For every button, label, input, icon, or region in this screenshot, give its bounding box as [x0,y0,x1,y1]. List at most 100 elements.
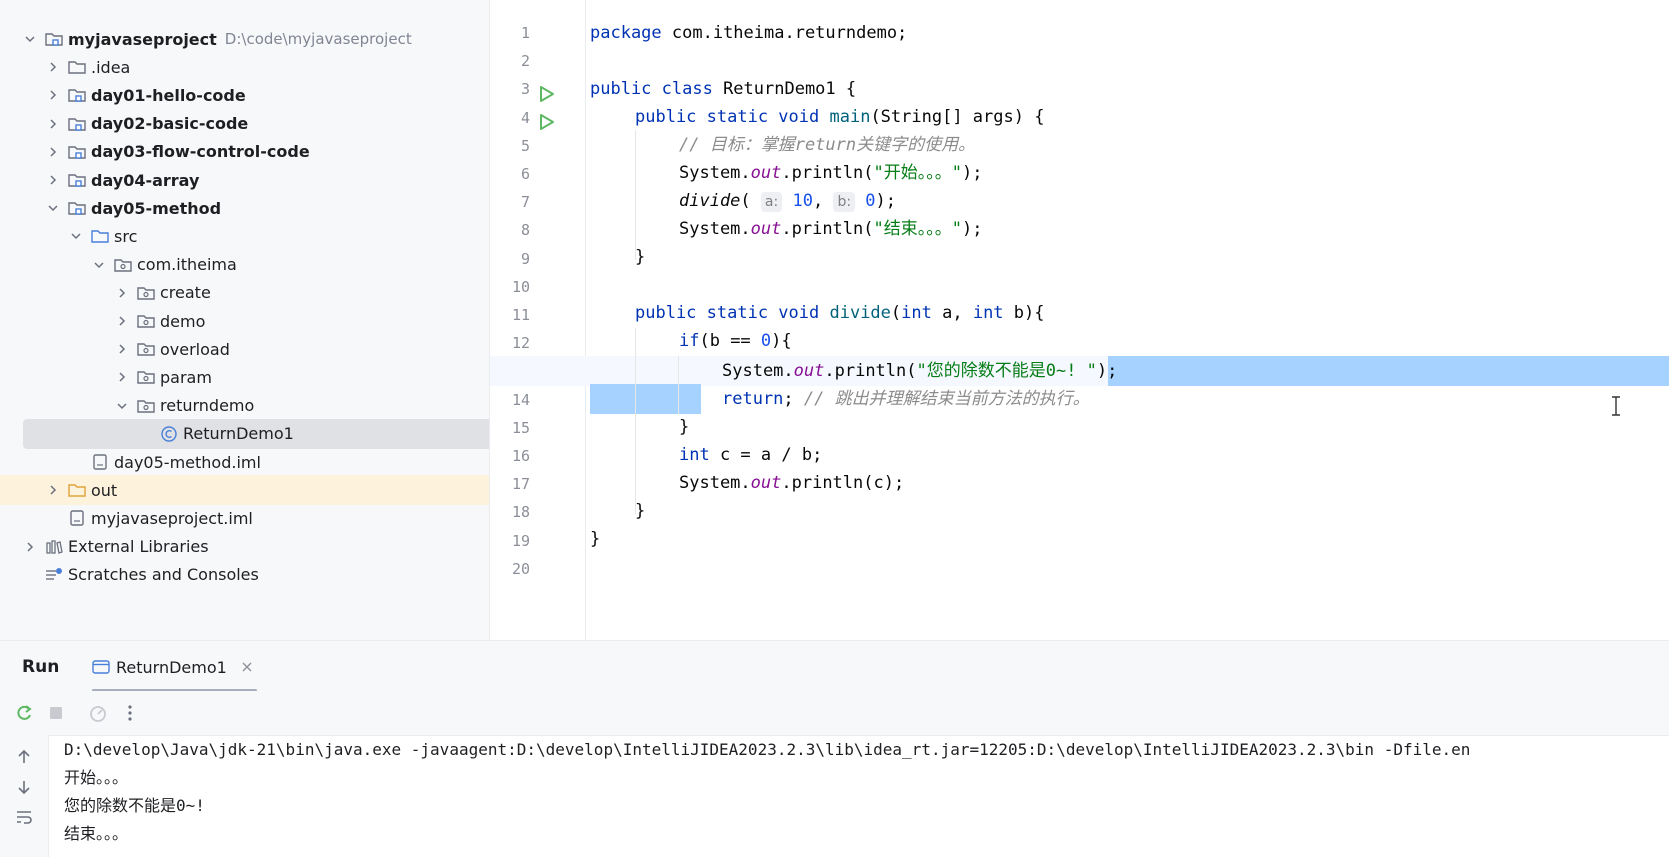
close-tab-icon[interactable] [241,661,253,673]
line-number: 4 [520,108,530,127]
chevron-right-icon[interactable] [45,144,61,160]
tree-item-label: day01-hello-code [91,85,246,105]
line-number: 10 [511,277,530,296]
console-line: 结束。。。 [64,824,129,843]
tree-item-returndemo1[interactable]: ReturnDemo1 [23,418,489,449]
tree-item-label: myjavaseproject [68,29,217,49]
tree-item-day04-array[interactable]: day04-array [0,165,489,195]
tree-item-out[interactable]: out [0,475,489,506]
tree-item-label: day02-basic-code [91,114,249,134]
chevron-right-icon[interactable] [114,369,130,385]
module-folder-icon [67,171,87,189]
indent-guide [678,356,679,414]
code-line-8: System.out.println("结束。。。"); [679,219,983,239]
tree-item-com-itheima[interactable]: com.itheima [0,250,489,280]
tree-item-src[interactable]: src [0,221,489,251]
chevron-right-icon[interactable] [68,454,84,470]
arrow-down-icon[interactable] [14,777,34,797]
tree-item-idea[interactable]: .idea [0,52,489,82]
tree-item-day02-basic-code[interactable]: day02-basic-code [0,109,489,139]
code-editor[interactable]: 1234567891011121314151617181920 package … [490,0,1669,640]
chevron-down-icon[interactable] [45,200,61,216]
code-line-11: public static void divide(int a, int b){ [635,303,1045,323]
tree-item-label: ReturnDemo1 [183,424,294,444]
code-line-1: package com.itheima.returndemo; [590,23,908,43]
chevron-right-icon[interactable] [45,482,61,498]
rerun-icon[interactable] [14,703,34,723]
line-number: 7 [520,193,530,212]
chevron-down-icon[interactable] [68,228,84,244]
chevron-down-icon[interactable] [114,398,130,414]
line-number: 6 [520,165,530,183]
editor-gutter: 1234567891011121314151617181920 [490,0,586,640]
chevron-right-icon[interactable] [137,426,153,442]
code-line-14: return; // 跳出并理解结束当前方法的执行。 [722,389,1090,409]
tree-item-myjavaseproject[interactable]: myjavaseproject D:\code\myjavaseproject [0,24,489,54]
tree-item-external-libraries[interactable]: External Libraries [0,532,489,562]
tree-item-scratches-and-consoles[interactable]: Scratches and Consoles [0,560,489,590]
chevron-right-icon[interactable] [45,510,61,526]
tree-item-myjavaseproject-iml[interactable]: myjavaseproject.iml [0,503,489,533]
line-number: 16 [511,447,530,465]
tree-item-day03-flow-control-code[interactable]: day03-flow-control-code [0,137,489,167]
chevron-right-icon[interactable] [114,341,130,357]
scratches-icon [44,566,64,584]
tree-item-label: myjavaseproject.iml [91,508,253,528]
arrow-up-icon[interactable] [14,747,34,767]
stop-icon[interactable] [46,703,66,723]
tree-item-label: returndemo [160,396,255,416]
package-icon [113,256,133,274]
console-side-toolbar [0,735,49,857]
code-line-15: } [679,417,690,437]
source-folder-icon [90,227,110,245]
line-number: 3 [520,80,530,99]
library-icon [44,538,64,556]
java-class-icon [159,425,179,443]
package-icon [136,397,156,415]
run-class-icon[interactable] [536,84,556,104]
run-tab-bar: Run ReturnDemo1 [0,641,1669,692]
project-tool-window: myjavaseproject D:\code\myjavaseproject .i… [0,0,490,640]
tree-item-label: day03-flow-control-code [91,142,310,162]
soft-wrap-icon[interactable] [14,807,34,827]
chevron-down-icon[interactable] [91,257,107,273]
chevron-right-icon[interactable] [114,313,130,329]
code-line-13: System.out.println("您的除数不能是0~! "); [722,361,1118,381]
code-line-9: } [635,247,646,267]
tree-item-overload[interactable]: overload [0,334,489,364]
dump-threads-icon[interactable] [88,703,108,723]
run-main-icon[interactable] [536,112,556,132]
code-line-5: // 目标：掌握return关键字的使用。 [679,135,976,155]
line-number: 14 [511,390,530,409]
chevron-right-icon[interactable] [45,87,61,103]
chevron-right-icon[interactable] [22,539,38,555]
selection-line-14 [590,384,701,414]
tree-item-returndemo[interactable]: returndemo [0,391,489,421]
tree-item-create[interactable]: create [0,278,489,308]
chevron-right-icon[interactable] [22,567,38,583]
indent-guide [635,328,636,514]
tree-item-day01-hello-code[interactable]: day01-hello-code [0,80,489,110]
line-number: 20 [511,559,530,578]
tree-item-param[interactable]: param [0,362,489,392]
tree-item-day05-method-iml[interactable]: day05-method.iml [0,447,489,477]
chevron-right-icon[interactable] [114,285,130,301]
tree-item-day05-method[interactable]: day05-method [0,193,489,223]
module-folder-icon [67,115,87,133]
tree-item-demo[interactable]: demo [0,306,489,336]
line-number: 18 [511,503,530,522]
tree-item-label: overload [160,339,230,359]
run-panel-title: Run [22,657,60,677]
folder-icon [67,481,87,499]
chevron-right-icon[interactable] [45,116,61,132]
run-config-tab[interactable]: ReturnDemo1 [92,655,253,679]
console-line-command: D:\develop\Java\jdk-21\bin\java.exe -jav… [64,740,1471,759]
more-options-icon[interactable] [120,703,140,723]
code-line-16: int c = a / b; [679,445,823,465]
chevron-right-icon[interactable] [45,59,61,75]
module-folder-icon [67,143,87,161]
chevron-down-icon[interactable] [22,31,38,47]
chevron-right-icon[interactable] [45,172,61,188]
tree-item-label: day05-method [91,198,222,218]
tree-item-label: demo [160,311,206,331]
